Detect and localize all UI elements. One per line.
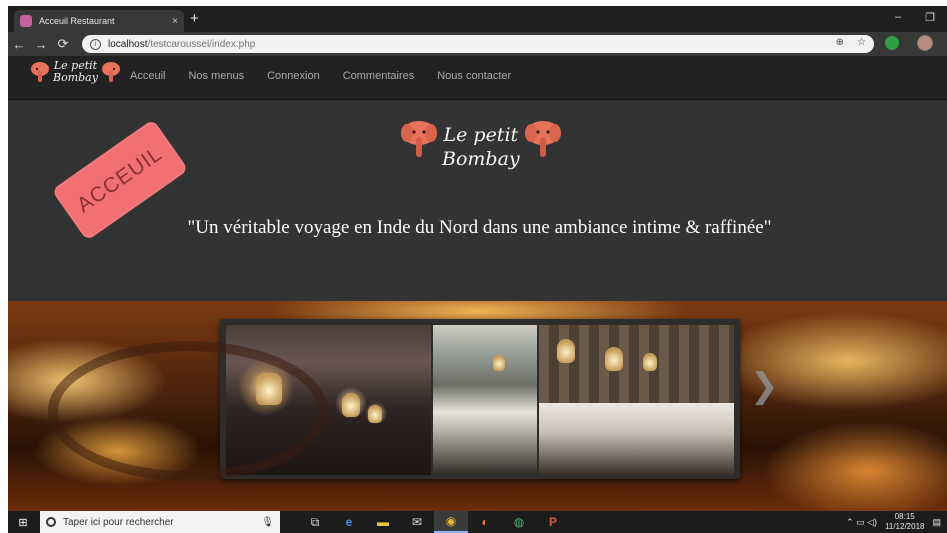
site-navbar: Le petit Bombay Acceuil Nos menus Connex… xyxy=(8,56,947,100)
zoom-icon[interactable]: ⊕ xyxy=(836,37,844,48)
bookmark-star-icon[interactable]: ☆ xyxy=(857,37,866,48)
clock[interactable]: 08:15 11/12/2018 xyxy=(885,512,924,532)
elephant-icon xyxy=(31,62,49,82)
clock-time: 08:15 xyxy=(894,512,915,521)
elephant-icon xyxy=(401,121,437,157)
microphone-icon[interactable]: 🎙 xyxy=(261,517,274,528)
photo-carousel[interactable] xyxy=(220,319,740,479)
tab-strip: Acceuil Restaurant × + – ❐ xyxy=(8,6,947,32)
nav-links: Acceuil Nos menus Connexion Commentaires… xyxy=(130,70,511,82)
nav-item-acceuil[interactable]: Acceuil xyxy=(130,70,165,82)
minimize-button[interactable]: – xyxy=(895,11,901,24)
task-view-icon[interactable]: ⧉ xyxy=(298,511,332,533)
taskbar-apps: ⧉ e ▬ ✉ ◉ ◐ ◍ P xyxy=(298,511,570,533)
reload-button[interactable]: ⟳ xyxy=(52,36,74,52)
tagline: "Un véritable voyage en Inde du Nord dan… xyxy=(187,217,772,238)
mail-icon[interactable]: ✉ xyxy=(400,511,434,533)
carousel-photo-tables xyxy=(539,325,734,475)
windows-start-icon[interactable]: ⊞ xyxy=(12,511,34,533)
food-background: ❯ xyxy=(8,301,947,511)
hero-logo-text: Le petit Bombay xyxy=(442,124,520,170)
logo-text: Le petit Bombay xyxy=(53,59,98,84)
browser-window: Acceuil Restaurant × + – ❐ ← → ⟳ i local… xyxy=(8,6,947,533)
carousel-photo-dining-room xyxy=(433,325,537,475)
window-controls: – ❐ xyxy=(895,11,935,24)
browser-toolbar: ← → ⟳ i localhost /testcaroussel/index.p… xyxy=(8,32,947,56)
nav-item-menus[interactable]: Nos menus xyxy=(188,70,244,82)
powerpoint-icon[interactable]: P xyxy=(536,511,570,533)
extension-icon[interactable] xyxy=(885,36,899,50)
hero-logo: Le petit Bombay xyxy=(400,119,562,171)
nav-logo[interactable]: Le petit Bombay xyxy=(30,60,121,84)
tab-title: Acceuil Restaurant xyxy=(39,16,115,26)
cortana-icon xyxy=(46,517,56,527)
address-bar[interactable]: i localhost /testcaroussel/index.php ⊕ ☆ xyxy=(82,35,874,53)
chrome-icon[interactable]: ◉ xyxy=(434,511,468,533)
tray-icons[interactable]: ⌃ ▭ ◁) xyxy=(846,517,877,528)
nav-item-commentaires[interactable]: Commentaires xyxy=(343,70,415,82)
firefox-icon[interactable]: ◐ xyxy=(468,511,502,533)
nav-item-connexion[interactable]: Connexion xyxy=(267,70,320,82)
windows-taskbar: ⊞ Taper ici pour rechercher 🎙 ⧉ e ▬ ✉ ◉ … xyxy=(8,511,947,533)
back-button[interactable]: ← xyxy=(8,37,30,52)
forward-button[interactable]: → xyxy=(30,37,52,52)
elephant-icon xyxy=(524,121,561,157)
profile-avatar[interactable] xyxy=(917,35,933,51)
address-bar-tools: ⊕ ☆ xyxy=(836,37,866,48)
url-path: /testcaroussel/index.php xyxy=(147,38,256,50)
taskbar-search[interactable]: Taper ici pour rechercher 🎙 xyxy=(40,511,280,533)
carousel-photo-lanterns xyxy=(226,325,431,475)
restore-button[interactable]: ❐ xyxy=(925,11,935,24)
carousel-next-arrow-icon[interactable]: ❯ xyxy=(750,369,779,403)
notification-icon[interactable]: ▤ xyxy=(932,517,941,528)
green-app-icon[interactable]: ◍ xyxy=(502,511,536,533)
system-tray: ⌃ ▭ ◁) 08:15 11/12/2018 ▤ xyxy=(846,511,941,533)
edge-icon[interactable]: e xyxy=(332,511,366,533)
clock-date: 11/12/2018 xyxy=(885,522,925,531)
file-explorer-icon[interactable]: ▬ xyxy=(366,511,400,533)
hero-section: ACCEUIL Le petit Bombay "Un véritable vo… xyxy=(8,101,947,301)
url-host: localhost xyxy=(108,38,148,50)
site-info-icon[interactable]: i xyxy=(90,38,101,50)
tab-close-icon[interactable]: × xyxy=(172,16,178,27)
search-placeholder: Taper ici pour rechercher xyxy=(63,516,174,528)
elephant-icon xyxy=(101,62,120,82)
browser-tab[interactable]: Acceuil Restaurant × xyxy=(14,10,184,32)
favicon-icon xyxy=(20,15,32,27)
nav-item-contact[interactable]: Nous contacter xyxy=(437,70,511,82)
new-tab-button[interactable]: + xyxy=(190,11,199,27)
